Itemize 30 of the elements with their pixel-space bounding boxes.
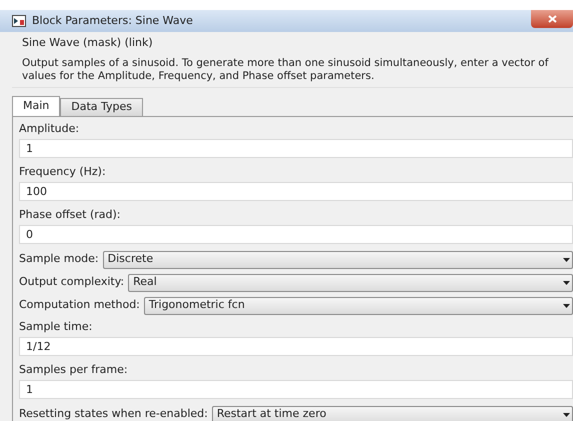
description: Output samples of a sinusoid. To generate more than one sinusoid simultaneously, enter a vector of values for the Amplitude, Frequency, and Phase offset parameters. [22, 57, 550, 83]
field-label: Samples per frame: [19, 362, 129, 378]
field-label: Output complexity: [19, 274, 124, 290]
field-label: Sample mode: [19, 251, 99, 268]
window-title: Block Parameters: Sine Wave [32, 12, 193, 29]
field-label: Phase offset (rad): [19, 207, 122, 223]
dropdown[interactable]: Real [128, 274, 573, 292]
caret-icon [563, 304, 570, 308]
block-icon [12, 15, 26, 27]
tab[interactable]: Main [12, 96, 60, 116]
tab[interactable]: Data Types [60, 98, 144, 116]
caret-icon [563, 258, 570, 262]
caret-icon [563, 280, 570, 284]
field-label: Amplitude: [19, 121, 80, 137]
field-label: Resetting states when re-enabled: [19, 406, 208, 421]
input-field[interactable]: 1 [19, 380, 573, 399]
caret-icon [563, 412, 570, 416]
dropdown[interactable]: Restart at time zero [212, 406, 573, 421]
input-field[interactable]: 100 [19, 182, 573, 201]
close-button[interactable] [531, 10, 573, 28]
field-label: Frequency (Hz): [19, 164, 107, 180]
field-label: Computation method: [19, 297, 140, 314]
input-field[interactable]: 1 [19, 139, 573, 158]
input-field[interactable]: 1/12 [19, 337, 573, 356]
input-field[interactable]: 0 [19, 225, 573, 244]
block-type: Sine Wave (mask) (link) [22, 35, 154, 51]
dropdown[interactable]: Discrete [102, 250, 573, 268]
dropdown[interactable]: Trigonometric fcn [144, 296, 573, 314]
field-label: Sample time: [19, 319, 94, 335]
close-icon [548, 15, 556, 23]
